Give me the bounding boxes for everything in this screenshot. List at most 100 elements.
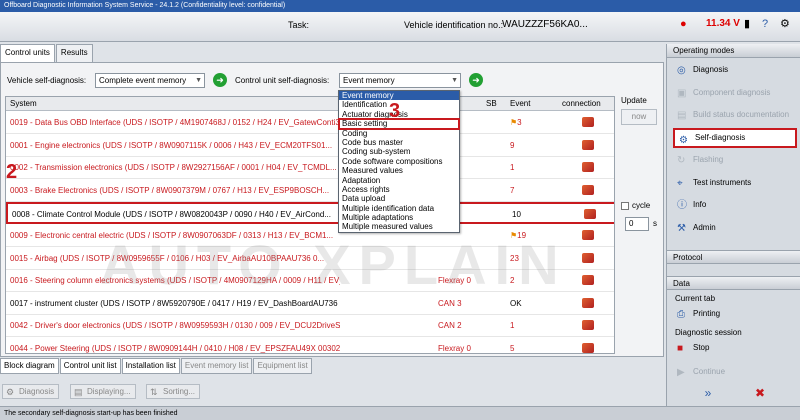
connection-icon[interactable] (582, 139, 594, 150)
diagnosis-button-label: Diagnosis (19, 387, 55, 396)
current-tab-label: Current tab (675, 294, 716, 303)
sorting-button[interactable]: ⇅ Sorting... (146, 384, 201, 399)
connection-icon[interactable] (582, 320, 594, 331)
mode-info[interactable]: ⓘ Info (673, 195, 797, 215)
wrench-icon[interactable]: ⚙ (780, 18, 794, 30)
dropdown-item[interactable]: Multiple adaptations (339, 213, 459, 222)
stop-label: Stop (693, 343, 710, 352)
operating-modes-panel: Operating modes ◎ Diagnosis ▣ Component dia… (666, 44, 800, 406)
connection-icon[interactable] (584, 209, 596, 220)
table-row[interactable]: 0008 - Climate Control Module (UDS / ISO… (6, 202, 614, 225)
table-row[interactable]: 0003 - Brake Electronics (UDS / ISOTP / … (6, 180, 614, 202)
displaying-button[interactable]: ▤ Displaying... (70, 384, 136, 399)
connection-icon[interactable] (582, 252, 594, 263)
mode-test-instruments[interactable]: ⌖ Test instruments (673, 173, 797, 193)
row-event: OK (510, 299, 522, 308)
connection-icon[interactable] (582, 275, 594, 286)
dropdown-item[interactable]: Coding (339, 129, 459, 138)
mode-label: Build status documentation (693, 110, 790, 119)
car-icon: ● (680, 18, 687, 30)
connection-icon[interactable] (582, 162, 594, 173)
diagnosis-icon: ⚙ (6, 387, 15, 397)
cycle-checkbox[interactable] (621, 201, 629, 210)
col-system[interactable]: System (10, 99, 37, 108)
vin-value: WAUZZZF56KA0... (502, 19, 588, 30)
connection-icon[interactable] (582, 343, 594, 353)
tab-equipment-list[interactable]: Equipment list (253, 358, 312, 374)
tab-control-units[interactable]: Control units (0, 44, 55, 62)
dropdown-item[interactable]: Code bus master (339, 138, 459, 147)
flashing-icon: ↻ (677, 155, 686, 166)
col-event[interactable]: Event (510, 99, 530, 108)
table-row[interactable]: 0019 - Data Bus OBD Interface (UDS / ISO… (6, 112, 614, 134)
dropdown-item[interactable]: Measured values (339, 166, 459, 175)
table-row[interactable]: 0042 - Driver's door electronics (UDS / … (6, 315, 614, 338)
table-row[interactable]: 0044 - Power Steering (UDS / ISOTP / 8W0… (6, 338, 614, 353)
vehicle-self-diagnosis-select[interactable]: Complete event memory ▼ (95, 73, 205, 88)
cycle-label: cycle (632, 201, 651, 210)
dropdown-item[interactable]: Multiple measured values (339, 222, 459, 231)
mode-component-diagnosis[interactable]: ▣ Component diagnosis (673, 83, 797, 103)
help-icon[interactable]: ? (762, 18, 776, 30)
mode-flashing[interactable]: ↻ Flashing (673, 150, 797, 170)
row-event: ⚑3 (510, 118, 522, 127)
tab-event-memory-list[interactable]: Event memory list (180, 358, 253, 374)
table-row[interactable]: 0001 - Engine electronics (UDS / ISOTP /… (6, 135, 614, 157)
connection-icon[interactable] (582, 117, 594, 127)
row-system: 0042 - Driver's door electronics (UDS / … (10, 321, 340, 331)
build-icon: ▤ (677, 110, 687, 121)
mode-label: Diagnosis (693, 65, 729, 74)
dropdown-item[interactable]: Access rights (339, 185, 459, 194)
stop-button[interactable]: ■ Stop (673, 338, 797, 358)
forward-icon[interactable]: » (701, 386, 715, 400)
connection-icon[interactable] (582, 297, 594, 308)
dropdown-item[interactable]: Adaptation (339, 176, 459, 185)
tab-block-diagram[interactable]: Block diagram (0, 358, 59, 374)
dropdown-item[interactable]: Multiple identification data (339, 204, 459, 213)
dropdown-item[interactable]: Coding sub-system (339, 147, 459, 156)
row-event: 9 (510, 141, 514, 150)
update-now-button[interactable]: now (621, 109, 657, 125)
row-event: 10 (512, 210, 521, 219)
tab-control-unit-list[interactable]: Control unit list (59, 358, 121, 374)
cycle-seconds-unit: s (653, 219, 657, 228)
mode-label: Admin (693, 222, 716, 232)
printing-button[interactable]: ⎙ Printing (673, 304, 797, 324)
test-instruments-icon: ⌖ (677, 177, 683, 189)
vehicle-go-button[interactable]: ➜ (213, 73, 227, 87)
table-row[interactable]: 0002 - Transmission electronics (UDS / I… (6, 157, 614, 180)
cu-self-diagnosis-select[interactable]: Event memory ▼ (339, 73, 461, 88)
chevron-down-icon: ▼ (451, 77, 458, 84)
col-sb[interactable]: SB (486, 99, 497, 108)
dropdown-item[interactable]: Event memory (339, 91, 459, 101)
continue-icon: ▶ (677, 367, 685, 378)
tab-results[interactable]: Results (55, 44, 93, 62)
mode-label: Test instruments (693, 177, 752, 187)
row-system: 0017 - instrument cluster (UDS / ISOTP /… (10, 298, 340, 308)
protocol-header[interactable]: Protocol (667, 250, 800, 264)
top-tabs: Control units Results (0, 44, 94, 62)
connection-icon[interactable] (582, 230, 594, 240)
diagnosis-button[interactable]: ⚙ Diagnosis (2, 384, 60, 399)
continue-button[interactable]: ▶ Continue (673, 362, 797, 382)
mode-diagnosis[interactable]: ◎ Diagnosis (673, 60, 797, 80)
cycle-seconds-input[interactable]: 0 (625, 217, 649, 231)
dropdown-item[interactable]: Code software compositions (339, 157, 459, 166)
col-connection[interactable]: connection (562, 99, 601, 108)
mode-label: Self-diagnosis (695, 132, 746, 142)
row-system: 0001 - Engine electronics (UDS / ISOTP /… (10, 140, 333, 150)
mode-admin[interactable]: ⚒ Admin (673, 218, 797, 238)
mode-build-status-documentation[interactable]: ▤ Build status documentation (673, 105, 797, 125)
cu-go-button[interactable]: ➜ (469, 73, 483, 87)
mode-self-diagnosis[interactable]: ⚙ Self-diagnosis (673, 127, 797, 148)
close-icon[interactable]: ✖ (753, 386, 767, 400)
display-icon: ▤ (74, 387, 83, 397)
data-header[interactable]: Data (667, 276, 800, 290)
connection-icon[interactable] (582, 184, 594, 195)
vehicle-self-diagnosis-label: Vehicle self-diagnosis: (7, 76, 87, 85)
continue-label: Continue (693, 367, 726, 376)
row-event: 1 (510, 163, 514, 172)
row-event-count: 1 (510, 321, 515, 331)
dropdown-item[interactable]: Data upload (339, 194, 459, 203)
tab-installation-list[interactable]: Installation list (121, 358, 180, 374)
